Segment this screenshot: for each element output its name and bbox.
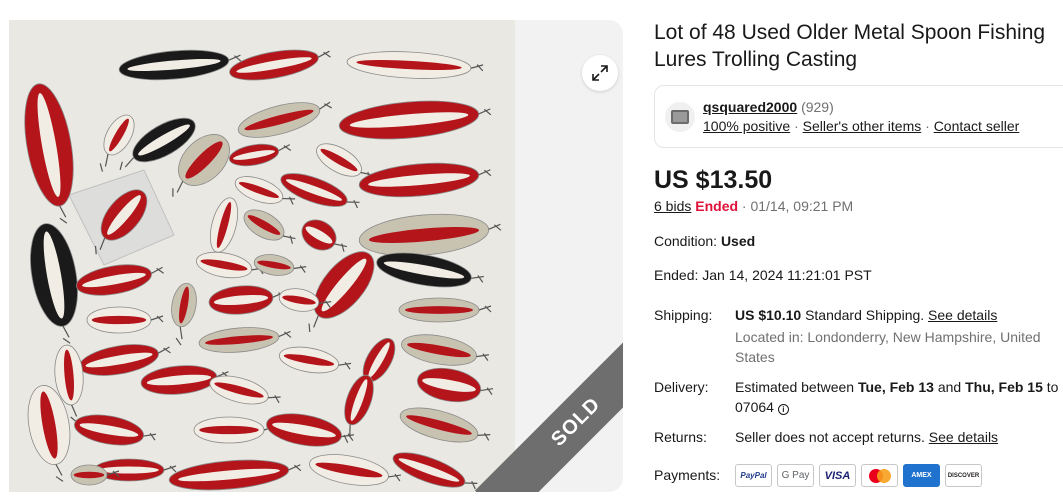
expand-arrows-icon	[592, 65, 608, 81]
delivery-end: Thu, Feb 15	[965, 379, 1043, 395]
shipping-method: Standard Shipping.	[805, 307, 925, 323]
shipping-row: Shipping: US $10.10 Standard Shipping. S…	[654, 305, 1063, 365]
ended-label: Ended:	[654, 267, 699, 283]
condition-row: Condition: Used	[654, 233, 755, 249]
seller-links: 100% positive · Seller's other items · C…	[703, 118, 1019, 134]
delivery-to: to	[1046, 379, 1059, 395]
returns-text: Seller does not accept returns.	[735, 429, 925, 445]
condition-value: Used	[720, 233, 756, 249]
contact-seller-link[interactable]: Contact seller	[934, 118, 1020, 134]
separator-dot: ·	[925, 118, 930, 134]
payments-label: Payments:	[654, 467, 721, 483]
discover-icon: DISCOVER	[945, 464, 982, 487]
seller-card: qsquared2000 (929) 100% positive · Selle…	[654, 85, 1063, 148]
delivery-value: Estimated between Tue, Feb 13 and Thu, F…	[735, 377, 1063, 417]
delivery-label: Delivery:	[654, 379, 709, 395]
google-pay-icon: G Pay	[777, 464, 814, 487]
shipping-details-link[interactable]: See details	[928, 307, 997, 323]
returns-label: Returns:	[654, 429, 707, 445]
shipping-cost: US $10.10	[735, 307, 802, 323]
seller-avatar[interactable]	[665, 102, 695, 132]
shipping-value: US $10.10 Standard Shipping. See details…	[735, 305, 1063, 367]
fishing-lures-photo	[9, 20, 515, 492]
ended-value: Jan 14, 2024 11:21:01 PST	[702, 267, 872, 283]
payment-logos: PayPal G Pay VISA AMEX DISCOVER	[735, 464, 1063, 487]
ended-status: Ended	[695, 198, 739, 214]
delivery-and: and	[937, 379, 962, 395]
bid-status-row: 6 bids Ended · 01/14, 09:21 PM	[654, 198, 853, 214]
amex-icon: AMEX	[903, 464, 940, 487]
image-gallery[interactable]: SOLD	[9, 20, 623, 492]
payments-row: Payments: PayPal G Pay VISA AMEX DISCOVE…	[654, 464, 1063, 491]
expand-image-button[interactable]	[582, 55, 618, 91]
bids-link[interactable]: 6 bids	[654, 198, 691, 214]
seller-other-items-link[interactable]: Seller's other items	[803, 118, 922, 134]
item-location: Located in: Londonderry, New Hampshire, …	[735, 329, 1041, 365]
price: US $13.50	[654, 166, 773, 194]
delivery-start: Tue, Feb 13	[857, 379, 934, 395]
shipping-label: Shipping:	[654, 307, 713, 323]
info-icon[interactable]: i	[777, 404, 789, 415]
returns-row: Returns: Seller does not accept returns.…	[654, 427, 1063, 447]
seller-name-link[interactable]: qsquared2000	[703, 99, 797, 115]
listing-title: Lot of 48 Used Older Metal Spoon Fishing…	[654, 21, 1046, 71]
seller-positive-link[interactable]: 100% positive	[703, 118, 790, 134]
delivery-zip: 07064	[735, 399, 774, 415]
sold-ribbon: SOLD	[443, 312, 623, 492]
returns-value: Seller does not accept returns. See deta…	[735, 427, 1063, 447]
separator-dot: ·	[794, 118, 799, 134]
delivery-prefix: Estimated between	[735, 379, 855, 395]
ended-time: · 01/14, 09:21 PM	[741, 198, 854, 214]
sold-label: SOLD	[474, 320, 623, 492]
listing-photo[interactable]	[9, 20, 515, 492]
paypal-icon: PayPal	[735, 464, 772, 487]
condition-label: Condition:	[654, 233, 718, 249]
mastercard-circles-icon	[868, 468, 891, 483]
seller-feedback-count: (929)	[801, 99, 834, 115]
delivery-row: Delivery: Estimated between Tue, Feb 13 …	[654, 377, 1063, 417]
seller-name-row: qsquared2000 (929)	[703, 99, 834, 115]
returns-details-link[interactable]: See details	[929, 429, 998, 445]
seller-avatar-icon	[671, 110, 689, 124]
mastercard-icon	[861, 464, 898, 487]
visa-icon: VISA	[819, 464, 856, 487]
ended-row: Ended: Jan 14, 2024 11:21:01 PST	[654, 267, 872, 283]
